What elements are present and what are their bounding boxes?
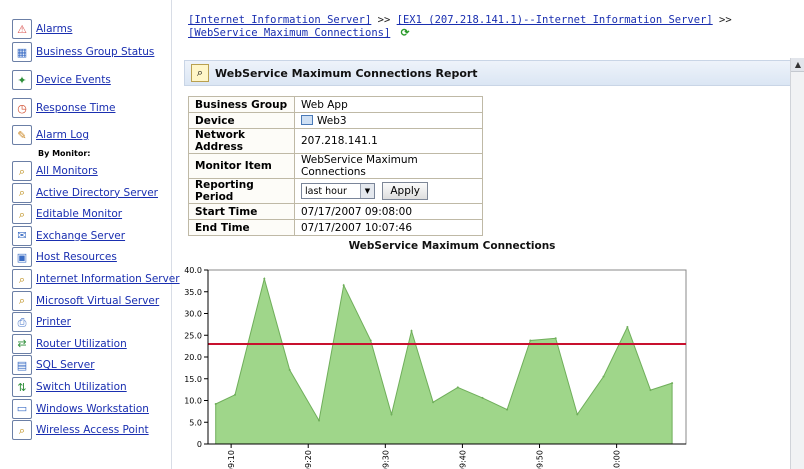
sidebar-item-label[interactable]: Response Time [36, 102, 115, 114]
y-tick-label: 30.0 [184, 310, 202, 319]
sidebar-item-label[interactable]: Alarms [36, 23, 72, 35]
start-time-label: Start Time [188, 203, 295, 220]
scroll-up-arrow-icon[interactable]: ▲ [791, 58, 804, 72]
data-point [576, 413, 579, 416]
start-time-value: 07/17/2007 09:08:00 [294, 203, 483, 220]
x-tick-label: 09:10 [227, 450, 236, 469]
chart-title: WebService Maximum Connections [348, 240, 556, 252]
sidebar-item-label[interactable]: Business Group Status [36, 46, 154, 58]
report-info-table: Business Group Web App Device Web3 Netwo… [188, 96, 483, 236]
data-point [432, 401, 435, 404]
sidebar-monitor-active-directory-server[interactable]: ⌕ Active Directory Server [12, 182, 158, 204]
breadcrumb-separator: >> [377, 14, 391, 26]
magnifier-icon: ⌕ [12, 161, 32, 181]
data-point [671, 382, 674, 385]
breadcrumb-iis-link[interactable]: [Internet Information Server] [188, 14, 371, 26]
sidebar-monitor-label[interactable]: Editable Monitor [36, 208, 122, 220]
y-tick-label: 40.0 [184, 266, 202, 275]
end-time-label: End Time [188, 219, 295, 236]
breadcrumb: [Internet Information Server] >> [EX1 (2… [188, 14, 788, 40]
device-label: Device [188, 112, 295, 129]
x-tick-label: 10:00 [613, 450, 622, 469]
sidebar-monitor-label[interactable]: Exchange Server [36, 230, 125, 242]
report-header: ⌕ WebService Maximum Connections Report [184, 60, 796, 86]
apply-button[interactable]: Apply [382, 182, 428, 200]
refresh-icon[interactable]: ⟳ [401, 27, 410, 39]
data-point [481, 396, 484, 399]
data-point [369, 339, 372, 342]
data-point [456, 386, 459, 389]
magnifier-icon: ⌕ [12, 182, 32, 203]
y-tick-label: 25.0 [184, 331, 202, 340]
data-point [288, 369, 291, 371]
y-tick-label: 0 [197, 440, 202, 449]
data-point [318, 419, 320, 422]
by-monitor-heading: By Monitor: [38, 149, 91, 158]
sidebar-monitor-label[interactable]: Active Directory Server [36, 187, 158, 199]
report-title: WebService Maximum Connections Report [215, 66, 478, 80]
sidebar-item-device-events[interactable]: ✦ Device Events [12, 69, 111, 91]
data-point [234, 393, 236, 396]
reporting-period-label: Reporting Period [188, 178, 295, 204]
magnifier-icon: ⌕ [12, 204, 32, 225]
sidebar-monitor-label[interactable]: All Monitors [36, 165, 98, 177]
x-tick-label: 09:40 [458, 450, 467, 469]
x-tick-label: 09:50 [536, 450, 545, 469]
alarm-log-icon: ✎ [12, 125, 32, 145]
reporting-period-cell: last hour ▼ Apply [294, 178, 483, 204]
data-point [506, 408, 509, 411]
network-address-label: Network Address [188, 128, 295, 154]
reporting-period-select[interactable]: last hour ▼ [301, 183, 375, 199]
data-point [410, 329, 413, 332]
sidebar-monitor-all-monitors[interactable]: ⌕ All Monitors [12, 160, 98, 182]
chevron-down-icon[interactable]: ▼ [360, 184, 374, 198]
data-point [214, 403, 217, 405]
data-point [626, 326, 629, 328]
vertical-scrollbar[interactable]: ▲ [790, 58, 804, 469]
network-address-value: 207.218.141.1 [294, 128, 483, 154]
monitor-item-label: Monitor Item [188, 153, 295, 179]
sidebar-item-alarm-log[interactable]: ✎ Alarm Log [12, 124, 89, 146]
y-tick-label: 20.0 [184, 353, 202, 362]
device-events-icon: ✦ [12, 70, 32, 90]
clock-icon: ◷ [12, 98, 32, 118]
y-tick-label: 5.0 [189, 418, 202, 427]
business-group-icon: ▦ [12, 42, 32, 62]
x-tick-label: 09:30 [381, 450, 390, 469]
sidebar-item-alarms[interactable]: ⚠ Alarms [12, 18, 72, 40]
data-point [649, 389, 652, 392]
data-point [342, 284, 345, 287]
x-tick-label: 09:20 [304, 450, 313, 469]
sidebar-item-business-group-status[interactable]: ▦ Business Group Status [12, 41, 154, 63]
data-point [529, 339, 532, 342]
device-value[interactable]: Web3 [317, 115, 347, 127]
exchange-icon: ✉ [12, 225, 32, 246]
breadcrumb-ex1-link[interactable]: [EX1 (207.218.141.1)--Internet Informati… [397, 14, 713, 26]
sidebar-monitor-exchange-server[interactable]: ✉ Exchange Server [12, 225, 125, 247]
sidebar-item-label[interactable]: Alarm Log [36, 129, 89, 141]
monitor-item-value: WebService Maximum Connections [294, 153, 483, 179]
alarm-icon: ⚠ [12, 19, 32, 39]
data-point [390, 413, 393, 416]
connections-area-chart: 0 5.0 10.0 15.0 20.0 25.0 30.0 35.0 40.0 09:10 09:… [184, 266, 687, 469]
sidebar-item-label[interactable]: Device Events [36, 74, 111, 86]
reporting-period-value: last hour [305, 185, 347, 197]
breadcrumb-monitor-link[interactable]: [WebService Maximum Connections] [188, 27, 390, 39]
report-magnifier-icon: ⌕ [191, 64, 209, 82]
data-point [554, 337, 557, 340]
y-tick-label: 15.0 [184, 375, 202, 384]
server-icon [301, 114, 313, 125]
data-point [263, 277, 266, 280]
business-group-value: Web App [294, 96, 483, 113]
y-tick-label: 10.0 [184, 397, 202, 406]
sidebar-monitor-editable-monitor[interactable]: ⌕ Editable Monitor [12, 203, 122, 225]
data-point [602, 375, 605, 378]
business-group-label: Business Group [188, 96, 295, 113]
sidebar-item-response-time[interactable]: ◷ Response Time [12, 97, 115, 119]
end-time-value: 07/17/2007 10:07:46 [294, 219, 483, 236]
device-value-cell: Web3 [294, 112, 483, 129]
y-tick-label: 35.0 [184, 288, 202, 297]
breadcrumb-separator: >> [719, 14, 732, 26]
